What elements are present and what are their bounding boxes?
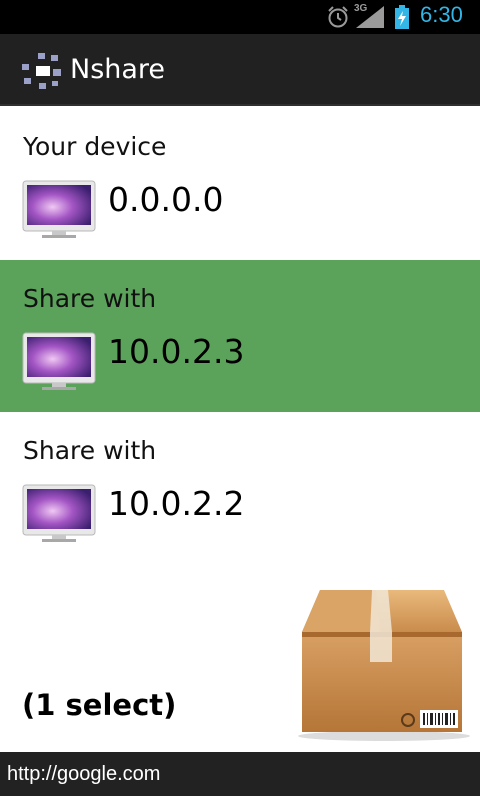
device-row-own[interactable]: Your device 0.0.0.0 <box>0 108 480 260</box>
device-row-label: Share with <box>23 436 157 465</box>
device-row-share[interactable]: Share with 10.0.2.2 <box>0 412 480 564</box>
status-bar: 3G 6:30 <box>0 0 480 34</box>
alarm-icon <box>328 6 348 28</box>
battery-charging-icon <box>395 5 409 29</box>
device-row-share-selected[interactable]: Share with 10.0.2.3 <box>0 260 480 412</box>
cardboard-box-icon[interactable] <box>292 580 472 742</box>
status-clock: 6:30 <box>420 2 463 27</box>
nshare-logo-icon[interactable] <box>20 52 64 92</box>
url-footer: http://google.com <box>0 752 480 796</box>
monitor-icon <box>22 180 96 238</box>
device-ip: 10.0.2.2 <box>108 484 245 523</box>
device-row-label: Your device <box>23 132 167 161</box>
device-ip: 0.0.0.0 <box>108 180 224 219</box>
app-title: Nshare <box>70 54 166 85</box>
selection-count: (1 select) <box>22 688 177 722</box>
action-bar: Nshare <box>0 34 480 106</box>
device-row-label: Share with <box>23 284 157 313</box>
signal-icon <box>356 6 384 28</box>
monitor-icon <box>22 332 96 390</box>
monitor-icon <box>22 484 96 542</box>
footer-url[interactable]: http://google.com <box>7 763 160 786</box>
device-ip: 10.0.2.3 <box>108 332 245 371</box>
